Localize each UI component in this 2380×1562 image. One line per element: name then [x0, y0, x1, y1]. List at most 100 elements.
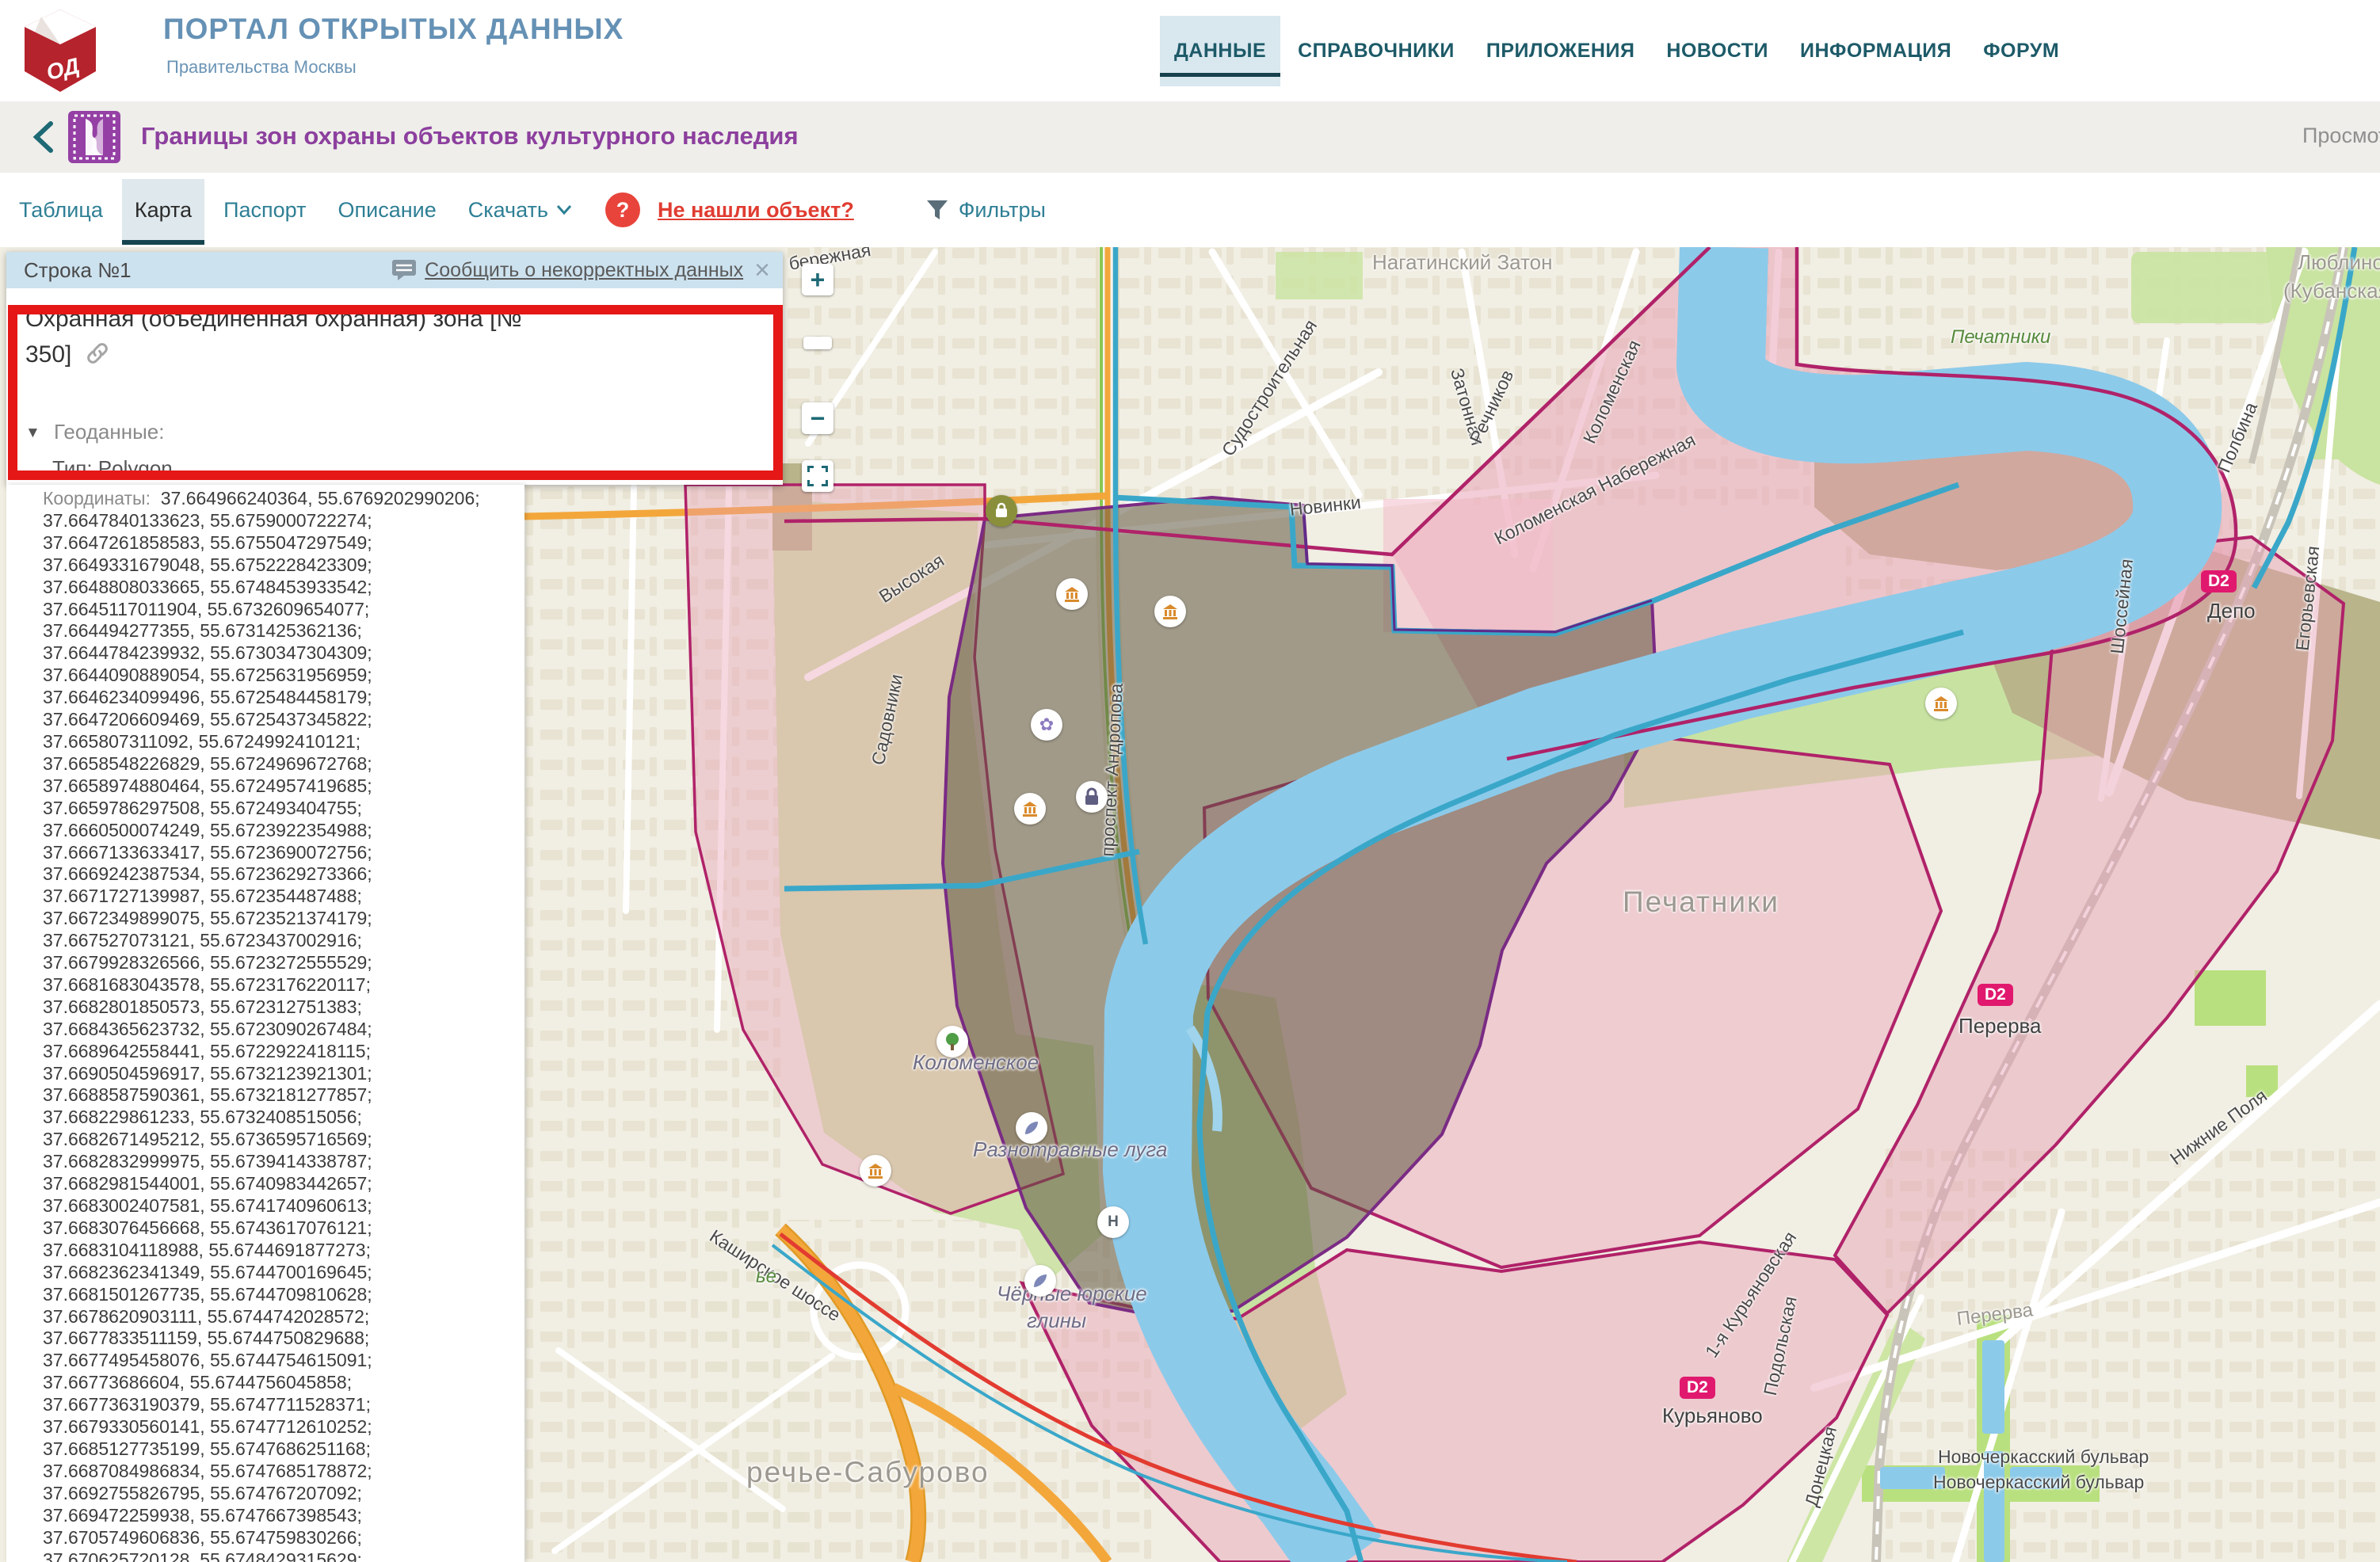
- museum-icon: [1925, 688, 1957, 719]
- geometry-type: Тип: Polygon: [52, 456, 173, 481]
- coordinate-line: 37.670625720128, 55.6748429315629;: [43, 1549, 524, 1562]
- coordinate-line: 37.6667133633417, 55.6723690072756;: [43, 842, 524, 864]
- nav-item-новости[interactable]: НОВОСТИ: [1652, 16, 1783, 86]
- row-label: Строка №1: [24, 258, 132, 283]
- dataset-titlebar: Границы зон охраны объектов культурного …: [0, 101, 2380, 173]
- map-label: Новочеркасский бульвар: [1938, 1446, 2149, 1468]
- coordinate-line: 37.6692755826795, 55.674767207092;: [43, 1483, 524, 1505]
- coordinate-line: 37.6681683043578, 55.6723176220117;: [43, 974, 524, 996]
- station-line-badge: D2: [1680, 1377, 1715, 1399]
- portal-title[interactable]: ПОРТАЛ ОТКРЫТЫХ ДАННЫХ: [163, 13, 624, 46]
- chevron-down-icon: [556, 204, 572, 215]
- flower-icon: ✿: [1031, 709, 1062, 741]
- leaf-icon: [1024, 1265, 1056, 1297]
- tab-карта[interactable]: Карта: [122, 179, 204, 242]
- tab-описание[interactable]: Описание: [325, 179, 448, 242]
- lock-icon: [1076, 781, 1108, 813]
- map-label: ье: [756, 1266, 776, 1288]
- coordinate-line: 37.6648808033665, 55.6748453933542;: [43, 577, 524, 599]
- portal-logo-icon[interactable]: ОД: [13, 8, 108, 93]
- zoom-in-button[interactable]: +: [802, 264, 833, 295]
- nav-item-приложения[interactable]: ПРИЛОЖЕНИЯ: [1472, 16, 1650, 86]
- coordinate-line: 37.6672349899075, 55.6723521374179;: [43, 908, 524, 930]
- portal-subtitle: Правительства Москвы: [166, 57, 357, 78]
- station-line-badge: D2: [1978, 984, 2013, 1006]
- map-label: Чёрные юрские: [997, 1282, 1147, 1306]
- coordinates-label: Координаты:: [43, 488, 161, 509]
- coordinate-line: 37.6659786297508, 55.672493404755;: [43, 798, 524, 820]
- coordinate-line: 37.665807311092, 55.6724992410121;: [43, 731, 524, 753]
- coordinate-line: 37.6669242387534, 55.6723629273366;: [43, 863, 524, 886]
- museum-icon: [1154, 596, 1186, 627]
- geodata-label: Геоданные:: [54, 420, 164, 444]
- coordinate-line: 37.6677833511159, 55.6744750829688;: [43, 1328, 524, 1350]
- coordinate-line: 37.667527073121, 55.6723437002916;: [43, 930, 524, 952]
- dataset-tabs: ТаблицаКартаПаспортОписание Скачать ? Не…: [0, 173, 2380, 247]
- dataset-icon: [68, 111, 120, 163]
- nav-item-данные[interactable]: ДАННЫЕ: [1160, 16, 1280, 86]
- report-incorrect-data-link[interactable]: Сообщить о некорректных данных: [425, 259, 743, 282]
- coordinate-line: 37.66773686604, 55.6744756045858;: [43, 1372, 524, 1394]
- coordinate-line: Координаты: 37.664966240364, 55.67692029…: [43, 488, 524, 510]
- coordinate-line: 37.668229861233, 55.6732408515056;: [43, 1107, 524, 1129]
- coordinate-line: 37.6647840133623, 55.6759000722274;: [43, 510, 524, 532]
- fullscreen-button[interactable]: [802, 460, 833, 492]
- coordinates-panel: Координаты: 37.664966240364, 55.67692029…: [6, 485, 524, 1562]
- coordinate-line: 37.6679928326566, 55.6723272555529;: [43, 952, 524, 974]
- map-label: (Кубанская: [2283, 279, 2380, 303]
- download-label: Скачать: [468, 198, 548, 223]
- coordinate-line: 37.6682832999975, 55.6739414338787;: [43, 1151, 524, 1173]
- coordinate-line: 37.6688587590361, 55.6732181277857;: [43, 1084, 524, 1107]
- coordinate-line: 37.6678620903111, 55.6744742028572;: [43, 1306, 524, 1328]
- coordinate-line: 37.6683002407581, 55.6741740960613;: [43, 1195, 524, 1217]
- map-label: Новочеркасский бульвар: [1933, 1472, 2144, 1493]
- coordinate-line: 37.6658548226829, 55.6724969672768;: [43, 753, 524, 775]
- coordinate-line: 37.6679330560141, 55.6747712610252;: [43, 1416, 524, 1438]
- map-label: Коломенское: [913, 1050, 1039, 1075]
- coordinate-line: 37.6647261858583, 55.6755047297549;: [43, 532, 524, 554]
- tab-таблица[interactable]: Таблица: [6, 179, 116, 242]
- coordinate-line: 37.6658974880464, 55.6724957419685;: [43, 775, 524, 798]
- back-chevron-icon[interactable]: [30, 120, 57, 154]
- filters-button[interactable]: Фильтры: [925, 198, 1046, 223]
- not-found-link[interactable]: Не нашли объект?: [658, 198, 854, 223]
- zoom-slider-handle[interactable]: [803, 337, 832, 349]
- station-label: Перерва: [1959, 1014, 2042, 1038]
- coordinates-list: Координаты: 37.664966240364, 55.67692029…: [43, 488, 524, 1562]
- bag-icon: [986, 495, 1017, 527]
- coordinate-line: 37.664494277355, 55.6731425362136;: [43, 620, 524, 642]
- coordinate-line: 37.6683076456668, 55.6743617076121;: [43, 1217, 524, 1240]
- site-header: ОД ПОРТАЛ ОТКРЫТЫХ ДАННЫХ Правительства …: [0, 0, 2380, 102]
- coordinate-line: 37.6645117011904, 55.6732609654077;: [43, 599, 524, 621]
- object-title: Охранная (объединенная охранная) зона [№…: [25, 301, 540, 372]
- help-button[interactable]: ?: [605, 192, 640, 227]
- coordinate-line: 37.6660500074249, 55.6723922354988;: [43, 820, 524, 842]
- geodata-toggle[interactable]: ▼ Геоданные:: [25, 420, 164, 444]
- coordinate-line: 37.6682671495212, 55.6736595716569;: [43, 1129, 524, 1151]
- filters-label: Фильтры: [959, 198, 1046, 223]
- coordinate-line: 37.6685127735199, 55.6747686251168;: [43, 1438, 524, 1461]
- coordinate-line: 37.6677495458076, 55.6744754615091;: [43, 1350, 524, 1372]
- filter-funnel-icon: [925, 198, 949, 222]
- coordinate-line: 37.6690504596917, 55.6732123921301;: [43, 1063, 524, 1085]
- fullscreen-icon: [807, 466, 828, 486]
- close-icon[interactable]: ×: [754, 257, 770, 284]
- map-label: Разнотравные луга: [973, 1137, 1167, 1162]
- map-label: Печатники: [1951, 326, 2050, 349]
- permalink-icon[interactable]: [85, 341, 110, 365]
- coordinate-line: 37.6682981544001, 55.6740983442657;: [43, 1173, 524, 1195]
- tabs-group: ТаблицаКартаПаспортОписание: [0, 179, 452, 242]
- popup-header: Строка №1 Сообщить о некорректных данных…: [6, 252, 783, 288]
- tab-download[interactable]: Скачать: [456, 179, 585, 242]
- heli-icon: Н: [1097, 1206, 1129, 1238]
- feature-popup: Строка №1 Сообщить о некорректных данных…: [6, 252, 783, 485]
- coordinate-line: 37.6649331679048, 55.6752228423309;: [43, 554, 524, 577]
- nav-item-справочники[interactable]: СПРАВОЧНИКИ: [1283, 16, 1469, 86]
- museum-icon: [1014, 793, 1046, 825]
- nav-item-информация[interactable]: ИНФОРМАЦИЯ: [1786, 16, 1966, 86]
- tree-icon: [936, 1026, 968, 1057]
- zoom-out-button[interactable]: −: [802, 402, 833, 434]
- station-label: Депо: [2207, 599, 2256, 623]
- tab-паспорт[interactable]: Паспорт: [211, 179, 318, 242]
- nav-item-форум[interactable]: ФОРУМ: [1969, 16, 2073, 86]
